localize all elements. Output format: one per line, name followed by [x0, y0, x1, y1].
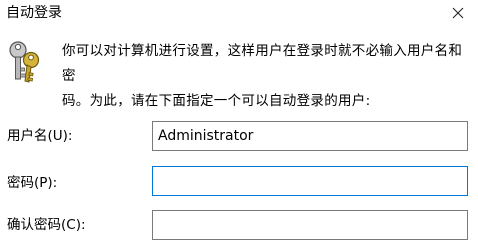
close-button[interactable] — [438, 0, 478, 26]
keys-icon — [7, 38, 43, 84]
username-input[interactable] — [152, 121, 468, 151]
instruction-text: 你可以对计算机进行设置，这样用户在登录时就不必输入用户名和密 码。为此，请在下面… — [62, 39, 464, 114]
instruction-line-1: 你可以对计算机进行设置，这样用户在登录时就不必输入用户名和密 — [62, 43, 463, 84]
close-icon — [452, 7, 464, 19]
title-bar: 自动登录 — [0, 0, 478, 28]
username-label: 用户名(U): — [7, 128, 73, 144]
instruction-line-2: 码。为此，请在下面指定一个可以自动登录的用户: — [62, 93, 371, 109]
password-label: 密码(P): — [7, 175, 58, 191]
confirm-password-label: 确认密码(C): — [7, 217, 86, 233]
password-input[interactable] — [152, 166, 468, 196]
dialog-title: 自动登录 — [6, 5, 62, 21]
confirm-password-input[interactable] — [152, 210, 468, 240]
